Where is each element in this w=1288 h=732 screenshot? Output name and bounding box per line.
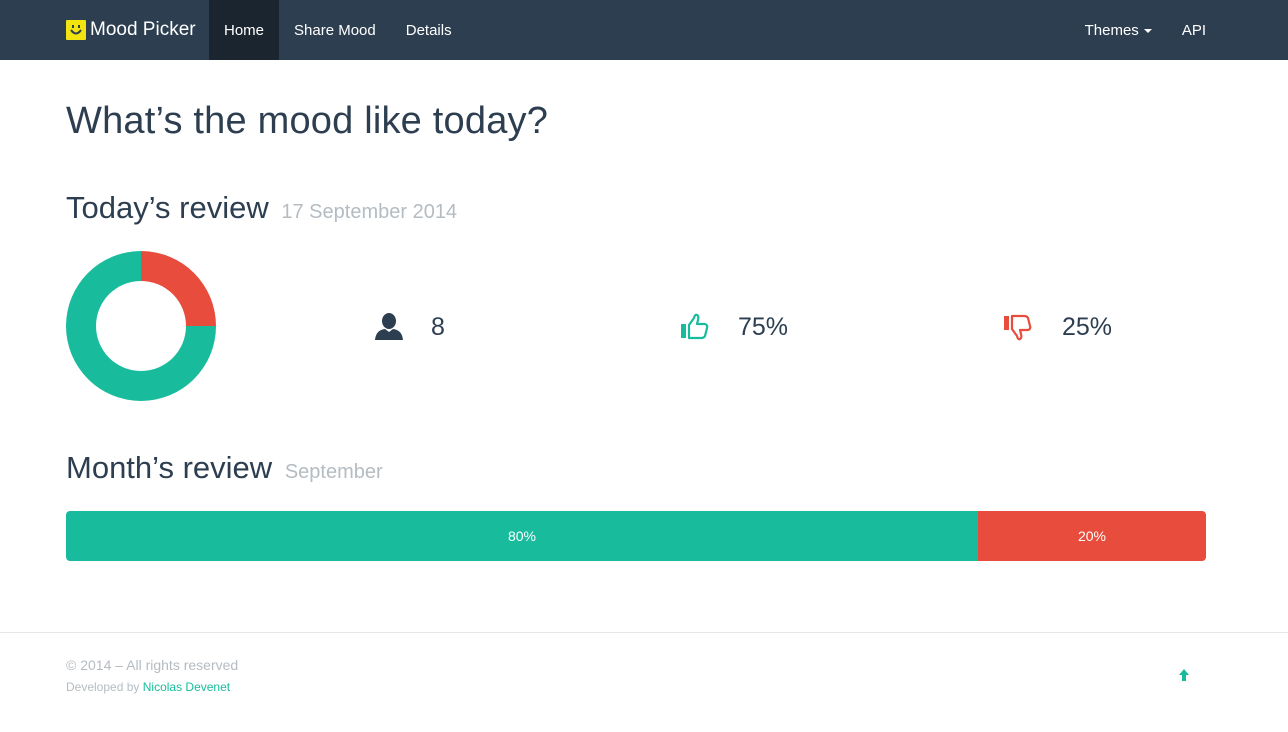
users-stat: 8 — [375, 308, 445, 346]
users-count: 8 — [431, 312, 445, 341]
secondary-nav: Themes API — [1070, 0, 1221, 60]
nav-themes-label: Themes — [1084, 21, 1139, 39]
donut-slice-bad — [141, 251, 216, 326]
progress-good-label: 80% — [507, 528, 537, 544]
progress-good-segment: 80% — [66, 511, 978, 561]
bad-stat: 25% — [1003, 308, 1112, 346]
navbar: Mood Picker Home Share Mood Details Them… — [0, 0, 1288, 60]
developer-link[interactable]: Nicolas Devenet — [143, 680, 230, 694]
progress-bad-segment: 20% — [978, 511, 1206, 561]
today-title: Today’s review — [66, 190, 269, 225]
brand-name: Mood Picker — [90, 19, 196, 40]
thumbs-up-icon — [681, 313, 709, 340]
progress-bad-label: 20% — [1077, 528, 1107, 544]
page-title: What’s the mood like today? — [66, 100, 549, 142]
main-nav: Home Share Mood Details — [209, 0, 467, 60]
smiley-icon — [66, 20, 86, 40]
footer-copyright: © 2014 – All rights reserved — [66, 657, 239, 673]
today-date: 17 September 2014 — [281, 201, 458, 223]
good-percentage: 75% — [738, 312, 789, 341]
nav-home[interactable]: Home — [209, 0, 280, 60]
back-to-top-link[interactable] — [1176, 666, 1192, 684]
thumbs-down-icon — [1004, 314, 1032, 341]
footer-credits: Developed by Nicolas Devenet — [66, 680, 230, 694]
footer-developed-prefix: Developed by — [66, 680, 140, 694]
month-name: September — [284, 461, 383, 483]
caret-down-icon — [1143, 29, 1152, 33]
bad-percentage: 25% — [1062, 312, 1113, 341]
footer-divider — [0, 632, 1288, 633]
nav-details[interactable]: Details — [391, 0, 467, 60]
today-heading: Today’s review 17 September 2014 — [66, 190, 457, 226]
month-heading: Month’s review September — [66, 450, 383, 486]
month-title: Month’s review — [66, 450, 273, 485]
nav-themes-dropdown[interactable]: Themes — [1070, 0, 1167, 60]
month-progress-bar: 80% 20% — [66, 511, 1206, 561]
arrow-up-icon — [1179, 669, 1189, 681]
nav-api[interactable]: API — [1167, 0, 1221, 60]
user-icon — [375, 313, 403, 340]
nav-share-mood[interactable]: Share Mood — [279, 0, 391, 60]
brand-link[interactable]: Mood Picker — [66, 0, 196, 60]
today-donut-chart — [66, 251, 216, 401]
good-stat: 75% — [680, 308, 788, 346]
